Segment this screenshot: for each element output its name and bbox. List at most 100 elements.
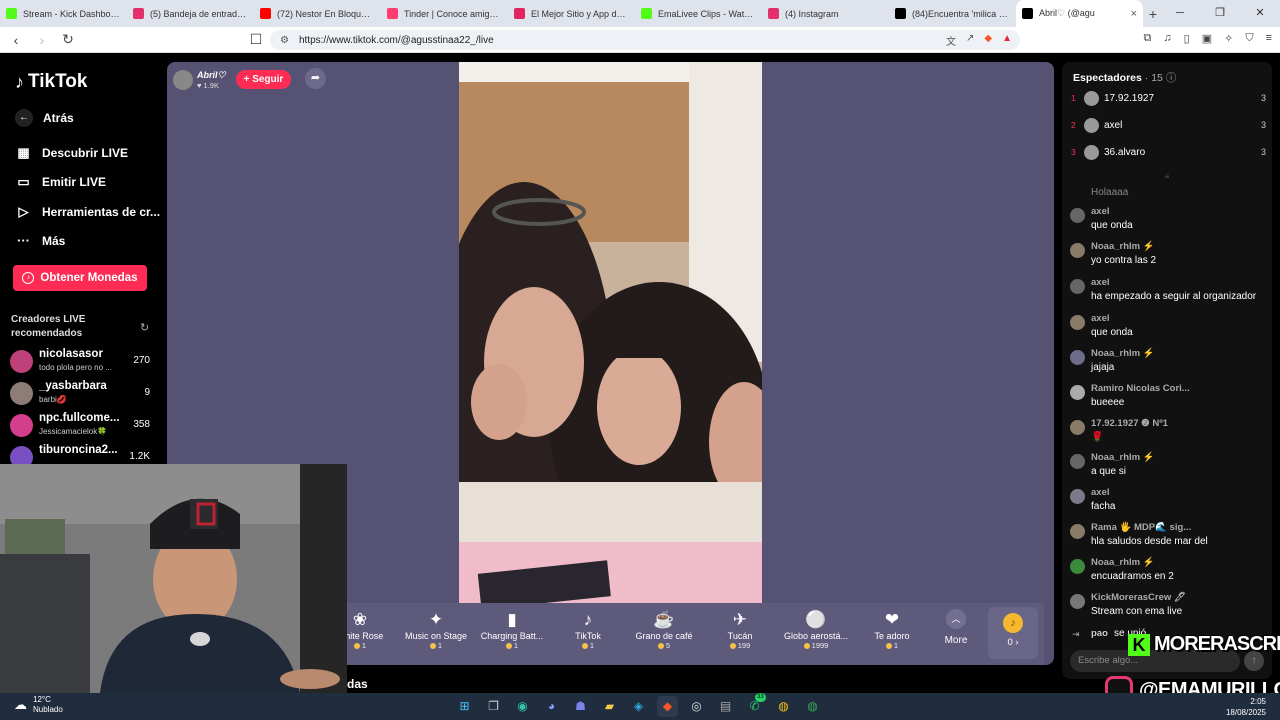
gift-item[interactable]: ❤ Te adoro 1	[855, 609, 929, 650]
chrome-icon[interactable]: ◍	[773, 696, 794, 717]
discord-icon[interactable]: ◕	[541, 696, 562, 717]
browser-tab[interactable]: EmaLivee Clips - Watch Liv	[635, 0, 762, 27]
share-arrow-icon[interactable]: ➦	[305, 68, 326, 89]
coin-balance[interactable]: ♪ 0 ›	[988, 607, 1038, 659]
reload-icon[interactable]: ↻	[58, 31, 78, 48]
browser-tab[interactable]: (5) Bandeja de entrada • C	[127, 0, 254, 27]
chat-user[interactable]: axel	[1091, 487, 1110, 498]
browser-tab[interactable]: Stream - Kick Dashboard	[0, 0, 127, 27]
brave-icon[interactable]: ◆	[657, 696, 678, 717]
brave-shield-icon[interactable]: ◆	[984, 33, 992, 48]
chat-user[interactable]: Noaa_rhlm ⚡	[1091, 557, 1155, 568]
chat-avatar[interactable]	[1070, 559, 1085, 574]
extensions-icon[interactable]: ⧉	[1144, 32, 1152, 45]
browser-tab[interactable]: (4) Instagram	[762, 0, 889, 27]
chat-user[interactable]: KickMorerasCrew 🖊	[1091, 592, 1186, 603]
info-icon[interactable]: ⓘ	[1166, 72, 1177, 84]
chat-avatar[interactable]	[1070, 243, 1085, 258]
wallet-icon[interactable]: ▣	[1202, 32, 1212, 45]
browser-tab[interactable]: Tinder | Conoce amigos y	[381, 0, 508, 27]
browser-tab[interactable]: (72) Nestor En Bloque - M	[254, 0, 381, 27]
vpn-icon[interactable]: ⛉	[1245, 32, 1253, 45]
chat-avatar[interactable]	[1070, 489, 1085, 504]
chat-avatar[interactable]	[1070, 350, 1085, 365]
viewers-header[interactable]: Espectadores · 15 ⓘ	[1073, 70, 1176, 85]
recommended-creator[interactable]: npc.fullcome... Jessicamacielok🍀 358	[10, 412, 158, 440]
back-link[interactable]: ← Atrás	[15, 109, 74, 127]
gift-item[interactable]: ⚪ Globo aerostá... 1999	[779, 609, 853, 650]
chat-user[interactable]: axel	[1091, 313, 1110, 324]
back-arrow-icon[interactable]: ‹	[6, 32, 26, 48]
chat-user[interactable]: axel	[1091, 277, 1110, 288]
leo-icon[interactable]: ✧	[1224, 32, 1233, 45]
chat-avatar[interactable]	[1070, 454, 1085, 469]
chat-user[interactable]: Noaa_rhlm ⚡	[1091, 348, 1155, 359]
browser-tab[interactable]: El Mejor Sitio y App de Cit	[508, 0, 635, 27]
chat-avatar[interactable]	[1070, 385, 1085, 400]
top-viewer-row[interactable]: 2 axel 3	[1071, 115, 1266, 135]
host-name[interactable]: Abril♡	[197, 70, 226, 81]
chat-user[interactable]: Noaa_rhlm ⚡	[1091, 452, 1155, 463]
weather-widget[interactable]: ☁ 12°C Nublado	[14, 695, 63, 715]
chat-user[interactable]: pao	[1091, 628, 1108, 639]
chat-avatar[interactable]	[1070, 594, 1085, 609]
file-explorer-icon[interactable]: ▰	[599, 696, 620, 717]
gift-item[interactable]: ✦ Music on Stage 1	[399, 609, 473, 650]
app-icon[interactable]: ◈	[628, 696, 649, 717]
brave-rewards-icon[interactable]: ▲	[1002, 33, 1012, 48]
recommended-creator[interactable]: nicolasasor todo plola pero no ... 270	[10, 348, 158, 376]
chrome-alt-icon[interactable]: ◍	[802, 696, 823, 717]
address-bar[interactable]: ⚙ https://www.tiktok.com/@agusstinaa22_/…	[270, 30, 1020, 50]
bookmark-icon[interactable]: ☐	[246, 31, 266, 48]
nav-creator-tools[interactable]: ▷ Herramientas de cr...	[15, 204, 161, 220]
live-video[interactable]	[459, 62, 762, 603]
translate-icon[interactable]: 文	[946, 33, 956, 48]
tab-close-icon[interactable]: ×	[1131, 8, 1137, 20]
clock[interactable]: 2:05 18/08/2025	[1226, 696, 1266, 718]
window-close-icon[interactable]: ✕	[1240, 0, 1280, 27]
gift-item[interactable]: ▮ Charging Batt... 1	[475, 609, 549, 650]
edge-icon[interactable]: ◉	[512, 696, 533, 717]
chat-avatar[interactable]	[1070, 315, 1085, 330]
chat-user[interactable]: Noaa_rhlm ⚡	[1091, 241, 1155, 252]
teams-icon[interactable]: ☗	[570, 696, 591, 717]
maximize-icon[interactable]: ❐	[1200, 0, 1240, 27]
site-info-icon[interactable]: ⚙	[280, 35, 289, 46]
chat-user[interactable]: axel	[1091, 206, 1110, 217]
collapse-handle-icon[interactable]: ≡	[1062, 172, 1272, 181]
media-icon[interactable]: ♫	[1163, 32, 1171, 45]
recommended-creator[interactable]: _yasbarbara barbi💋 9	[10, 380, 158, 408]
nav-go-live[interactable]: ▭ Emitir LIVE	[15, 174, 106, 190]
minimize-icon[interactable]: ─	[1160, 0, 1200, 27]
more-gifts-button[interactable]: ︿ More	[931, 609, 981, 646]
host-avatar[interactable]	[173, 69, 193, 90]
chat-avatar[interactable]	[1070, 208, 1085, 223]
nav-more[interactable]: ··· Más	[15, 233, 65, 248]
game-icon[interactable]: ▤	[715, 696, 736, 717]
nav-discover-live[interactable]: ▦ Descubrir LIVE	[15, 145, 128, 161]
top-viewer-row[interactable]: 1 17.92.1927 3	[1071, 88, 1266, 108]
gift-item[interactable]: ✈ Tucán 199	[703, 609, 777, 650]
tiktok-logo[interactable]: ♪ TikTok	[15, 71, 87, 93]
menu-icon[interactable]: ≡	[1266, 32, 1272, 45]
browser-tab[interactable]: (84)Encuentra 'milica y am	[889, 0, 1016, 27]
refresh-icon[interactable]: ↻	[140, 321, 149, 334]
whatsapp-icon[interactable]: ✆ 33	[744, 693, 766, 717]
gift-item[interactable]: ♪ TikTok 1	[551, 609, 625, 650]
follow-button[interactable]: + Seguir	[235, 70, 292, 89]
chat-user[interactable]: 17.92.1927 ❷ Nº1	[1091, 418, 1168, 429]
chat-avatar[interactable]	[1070, 279, 1085, 294]
chat-user[interactable]: Rama 🖐 MDP🌊 sig...	[1091, 522, 1191, 533]
top-viewer-row[interactable]: 3 36.alvaro 3	[1071, 142, 1266, 162]
browser-tab[interactable]: Abril♡ (@agu ×	[1016, 0, 1143, 27]
get-coins-button[interactable]: ♪ Obtener Monedas	[13, 265, 147, 291]
task-view-icon[interactable]: ❐	[483, 696, 504, 717]
sidebar-icon[interactable]: ▯	[1184, 32, 1190, 45]
gift-item[interactable]: ☕ Grano de café 5	[627, 609, 701, 650]
chat-user[interactable]: Ramiro Nicolas Cori...	[1091, 383, 1190, 394]
forward-arrow-icon[interactable]: ›	[32, 32, 52, 48]
chat-avatar[interactable]	[1070, 420, 1085, 435]
start-windows-icon[interactable]: ⊞	[454, 696, 475, 717]
share-icon[interactable]: ↗	[966, 33, 974, 48]
chat-avatar[interactable]	[1070, 524, 1085, 539]
